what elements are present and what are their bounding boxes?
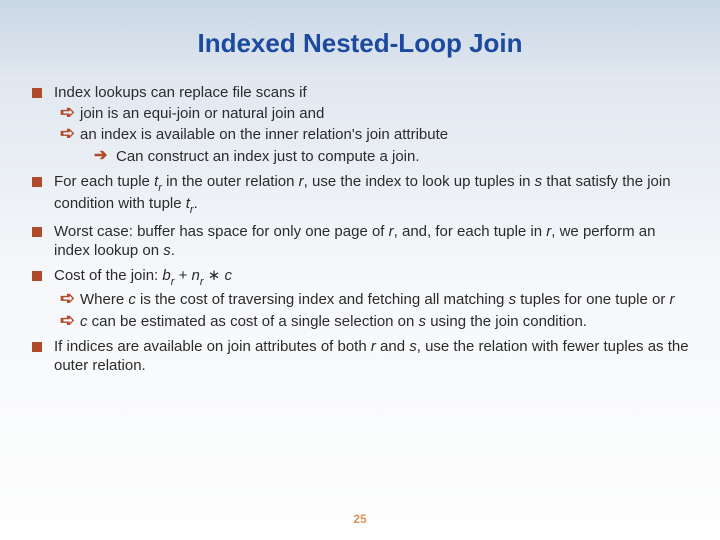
bullet-1-sub-2: ➪ an index is available on the inner rel…: [60, 125, 692, 144]
bullet-1-sub-1: ➪ join is an equi-join or natural join a…: [60, 104, 692, 123]
frag: can be estimated as cost of a single sel…: [88, 313, 419, 330]
frag: and: [376, 338, 409, 355]
bullet-text: For each tuple tr in the outer relation …: [54, 172, 692, 216]
frag: .: [194, 195, 198, 212]
bullet-3: Worst case: buffer has space for only on…: [32, 222, 692, 260]
bullet-text: Cost of the join: br + nr ∗ c: [54, 266, 692, 288]
bullet-4: Cost of the join: br + nr ∗ c: [32, 266, 692, 288]
frag: If indices are available on join attribu…: [54, 338, 371, 355]
arrow-down-icon: ➪: [60, 311, 78, 330]
square-bullet-icon: [32, 342, 42, 352]
var-s: s: [509, 291, 517, 308]
frag: using the join condition.: [426, 313, 587, 330]
sub-text: an index is available on the inner relat…: [80, 125, 692, 144]
arrow-down-icon: ➪: [60, 103, 78, 122]
frag: .: [171, 242, 175, 259]
var-r: r: [670, 291, 675, 308]
page-number: 25: [0, 512, 720, 526]
bullet-1-subsub-1: ➔ Can construct an index just to compute…: [94, 147, 692, 166]
frag: , use the index to look up tuples in: [304, 173, 535, 190]
var-s: s: [163, 242, 171, 259]
var-c: c: [80, 313, 88, 330]
var-s: s: [409, 338, 417, 355]
arrow-down-icon: ➪: [60, 289, 78, 308]
frag: , and, for each tuple in: [394, 223, 547, 240]
var-s: s: [419, 313, 427, 330]
sub-r: r: [190, 204, 194, 216]
subsub-text: Can construct an index just to compute a…: [116, 147, 692, 166]
bullet-2: For each tuple tr in the outer relation …: [32, 172, 692, 216]
slide-content: Index lookups can replace file scans if …: [28, 83, 692, 375]
arrow-down-icon: ➪: [60, 124, 78, 143]
frag: For each tuple: [54, 173, 154, 190]
var-c: c: [224, 267, 232, 284]
square-bullet-icon: [32, 177, 42, 187]
bullet-4-sub-1: ➪ Where c is the cost of traversing inde…: [60, 290, 692, 309]
bullet-text: Index lookups can replace file scans if: [54, 83, 692, 102]
bullet-text: Worst case: buffer has space for only on…: [54, 222, 692, 260]
var-c: c: [128, 291, 136, 308]
var-b: b: [162, 267, 170, 284]
square-bullet-icon: [32, 88, 42, 98]
square-bullet-icon: [32, 227, 42, 237]
frag: Cost of the join:: [54, 267, 162, 284]
sub-text: c can be estimated as cost of a single s…: [80, 312, 692, 331]
frag: ∗: [204, 267, 225, 284]
bullet-5: If indices are available on join attribu…: [32, 337, 692, 375]
sub-r: r: [200, 276, 204, 288]
arrow-right-icon: ➔: [94, 147, 114, 166]
frag: in the outer relation: [162, 173, 299, 190]
frag: tuples for one tuple or: [516, 291, 669, 308]
bullet-text: If indices are available on join attribu…: [54, 337, 692, 375]
bullet-1: Index lookups can replace file scans if: [32, 83, 692, 102]
sub-r: r: [158, 182, 162, 194]
sub-r: r: [171, 276, 175, 288]
sub-text: join is an equi-join or natural join and: [80, 104, 692, 123]
var-n: n: [192, 267, 200, 284]
sub-text: Where c is the cost of traversing index …: [80, 290, 692, 309]
frag: Where: [80, 291, 128, 308]
square-bullet-icon: [32, 271, 42, 281]
slide-title: Indexed Nested-Loop Join: [28, 28, 692, 59]
frag: Worst case: buffer has space for only on…: [54, 223, 389, 240]
frag: is the cost of traversing index and fetc…: [136, 291, 509, 308]
frag: +: [174, 267, 191, 284]
bullet-4-sub-2: ➪ c can be estimated as cost of a single…: [60, 312, 692, 331]
